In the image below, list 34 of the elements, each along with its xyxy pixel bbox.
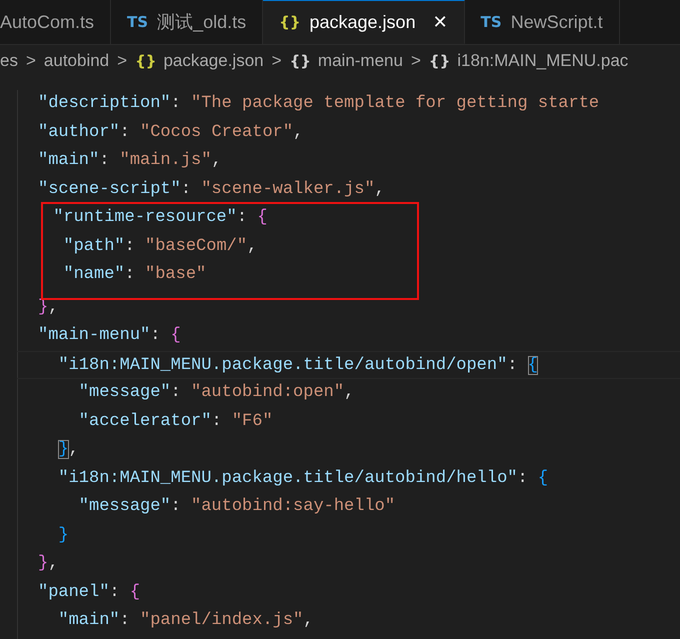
code-line: "scene-script": "scene-walker.js", (37, 178, 386, 200)
close-icon[interactable]: ✕ (432, 12, 448, 32)
code-line: } (57, 524, 70, 546)
braces-icon: {} (428, 52, 450, 70)
code-line: "main": "main.js", (37, 150, 223, 172)
braces-icon: {} (290, 52, 311, 70)
breadcrumb-separator: > (272, 51, 282, 71)
code-line: "i18n:MAIN_MENU.package.title/autobind/open": { (17, 350, 680, 379)
code-line: "panel": { (37, 582, 142, 604)
editor-tab[interactable]: {} package.json ✕ (263, 0, 465, 44)
code-line: }, (57, 439, 80, 461)
breadcrumb-separator: > (410, 51, 421, 71)
code-line: "accelerator": "F6" (78, 410, 274, 432)
code-line: "name": "base" (62, 264, 208, 286)
code-line: "path": "baseCom/", (62, 236, 258, 258)
code-line: }, (37, 553, 60, 575)
code-line: "author": "Cocos Creator", (37, 122, 304, 144)
code-line: "runtime-resource": { (52, 207, 268, 229)
editor-tab[interactable]: AutoCom.ts (0, 0, 112, 44)
breadcrumb-separator: > (117, 51, 128, 71)
code-line: "main": "panel/index.js", (57, 610, 314, 632)
breadcrumb-item[interactable]: package.json (163, 51, 264, 71)
editor-tab[interactable]: TS NewScript.t (464, 0, 620, 44)
breadcrumb-item[interactable]: main-menu (318, 51, 403, 71)
breadcrumb-item[interactable]: es (0, 51, 18, 71)
breadcrumb-item[interactable]: autobind (44, 51, 110, 71)
code-line: "message": "autobind:open", (78, 382, 356, 404)
code-line: "message": "autobind:say-hello" (78, 496, 396, 518)
breadcrumb-separator: > (26, 51, 36, 71)
code-line: "i18n:MAIN_MENU.package.title/autobind/hello": { (57, 468, 550, 490)
code-line: "description": "The package template for getting starte (37, 93, 600, 115)
braces-icon: {} (135, 52, 156, 70)
breadcrumb-item[interactable]: i18n:MAIN_MENU.pac (457, 51, 628, 71)
code-line: "main-menu": { (37, 325, 182, 347)
